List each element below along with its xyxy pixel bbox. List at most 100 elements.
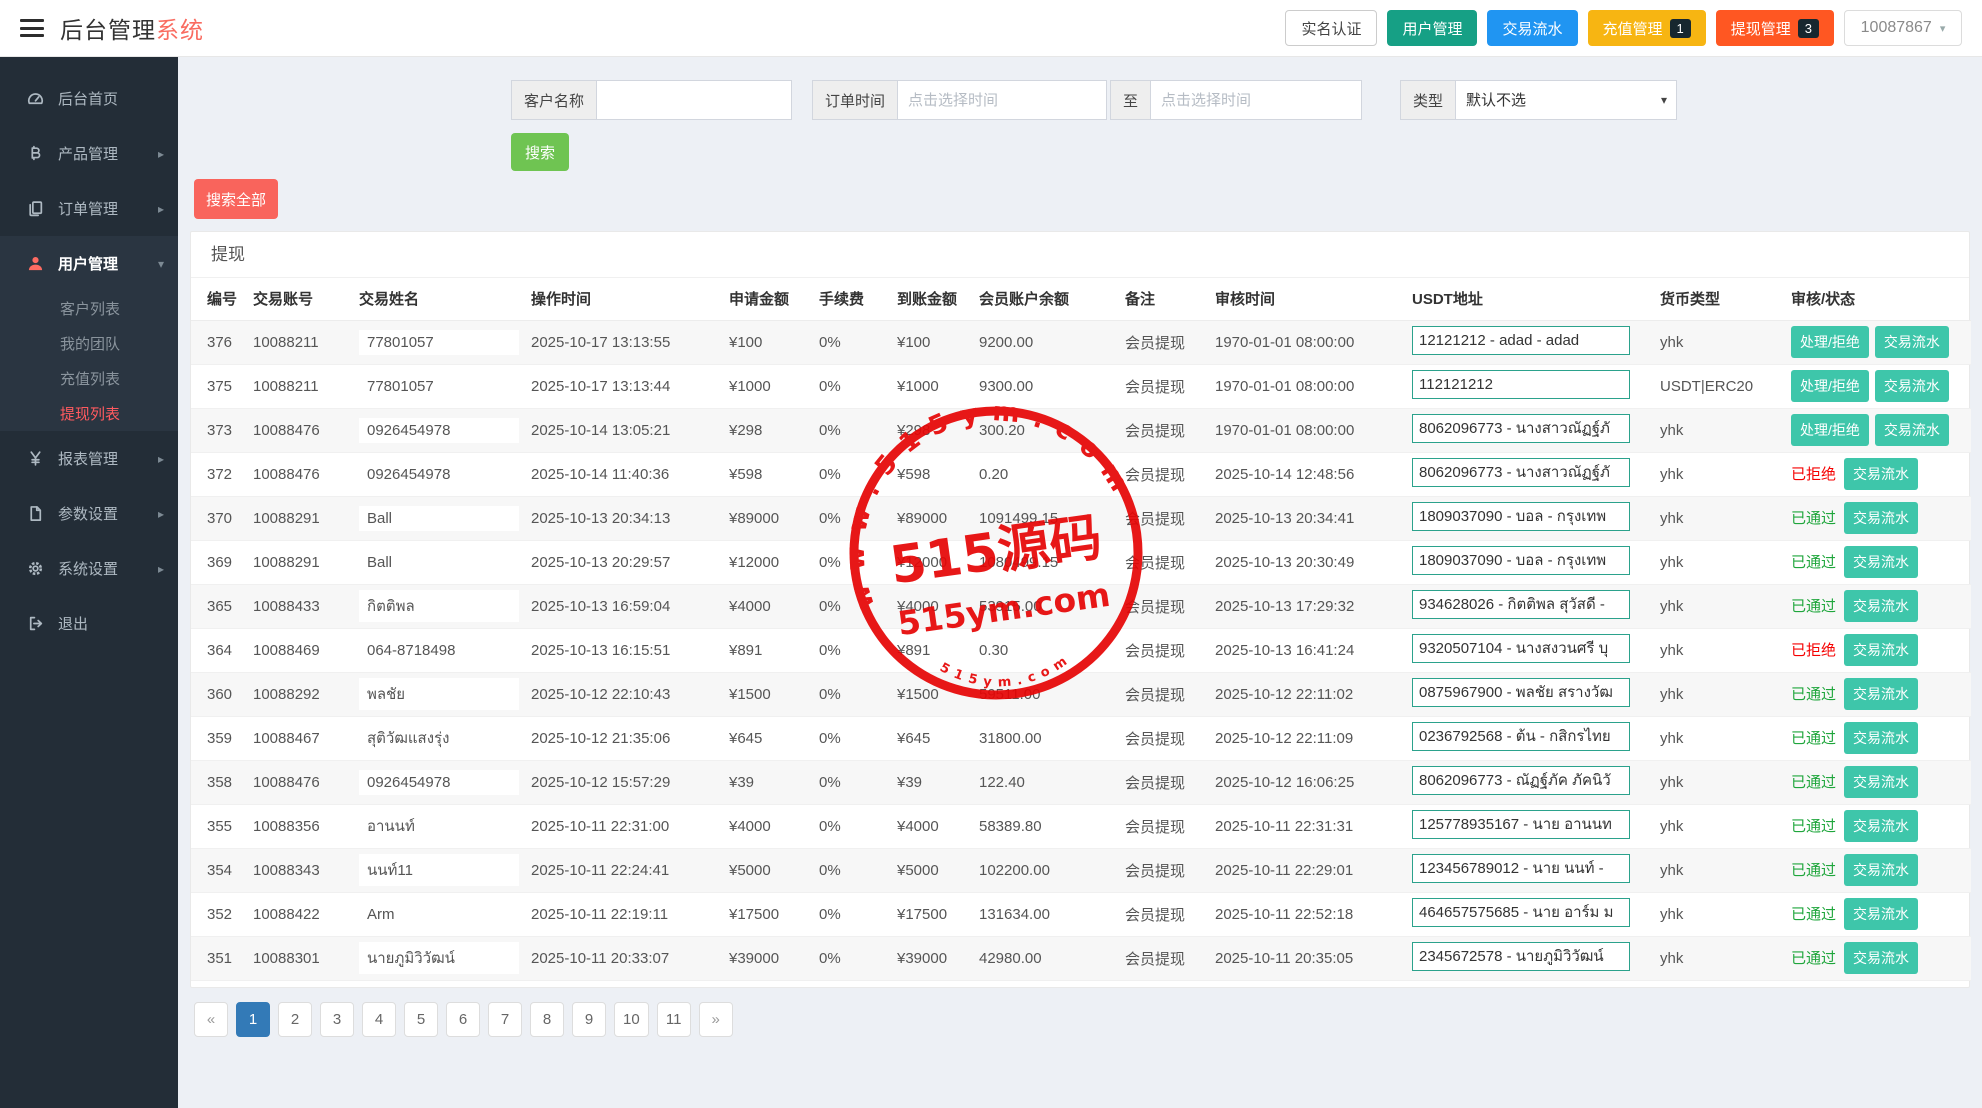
cell-id: 365	[191, 584, 247, 628]
sidebar-item-label: 报表管理	[58, 448, 118, 469]
usdt-address-input[interactable]: 2345672578 - นายภูมิวิวัฒน์	[1412, 942, 1630, 971]
cell-received: ¥17500	[891, 892, 973, 936]
usdt-address-input[interactable]: 0236792568 - ต้น - กสิกรไทย	[1412, 722, 1630, 751]
process-reject-button[interactable]: 处理/拒绝	[1791, 326, 1869, 358]
transaction-flow-button[interactable]: 交易流水	[1844, 766, 1918, 798]
header-button-交易流水[interactable]: 交易流水	[1487, 10, 1577, 46]
sidebar-item-用户管理[interactable]: 用户管理▾	[0, 236, 178, 291]
usdt-address-input[interactable]: 8062096773 - นางสาวณัฏฐ์ภั	[1412, 458, 1630, 487]
username-text: 10087867	[1861, 19, 1932, 37]
transaction-flow-button[interactable]: 交易流水	[1875, 370, 1949, 402]
transaction-flow-button[interactable]: 交易流水	[1844, 854, 1918, 886]
sidebar-item-后台首页[interactable]: 后台首页	[0, 71, 178, 126]
transaction-flow-button[interactable]: 交易流水	[1844, 458, 1918, 490]
order-time-end-input[interactable]	[1150, 80, 1362, 120]
sidebar-subitem-客户列表[interactable]: 客户列表	[0, 291, 178, 326]
transaction-flow-button[interactable]: 交易流水	[1844, 942, 1918, 974]
pagination-page-8[interactable]: 8	[530, 1002, 564, 1037]
usdt-address-input[interactable]: 9320507104 - นางสงวนศรี บุ	[1412, 634, 1630, 663]
search-button[interactable]: 搜索	[511, 133, 569, 171]
header-button-提现管理[interactable]: 提现管理3	[1716, 10, 1834, 46]
search-all-button[interactable]: 搜索全部	[194, 179, 278, 219]
pagination-page-1[interactable]: 1	[236, 1002, 270, 1037]
pagination-page-2[interactable]: 2	[278, 1002, 312, 1037]
cell-name: Ball	[353, 496, 525, 540]
usdt-address-input[interactable]: 8062096773 - นางสาวณัฏฐ์ภั	[1412, 414, 1630, 443]
usdt-address-input[interactable]: 1809037090 - บอล - กรุงเทพ	[1412, 546, 1630, 575]
pagination-page-10[interactable]: 10	[614, 1002, 649, 1037]
chevron-down-icon: ▾	[158, 257, 164, 271]
pagination-page-4[interactable]: 4	[362, 1002, 396, 1037]
transaction-flow-button[interactable]: 交易流水	[1844, 590, 1918, 622]
transaction-flow-button[interactable]: 交易流水	[1844, 722, 1918, 754]
cell-currency: yhk	[1654, 892, 1785, 936]
usdt-address-input[interactable]: 123456789012 - นาย นนท์ -	[1412, 854, 1630, 883]
pagination-next[interactable]: »	[699, 1002, 733, 1037]
pagination-page-11[interactable]: 11	[657, 1002, 691, 1037]
usdt-address-input[interactable]: 125778935167 - นาย อานนท	[1412, 810, 1630, 839]
sidebar-item-订单管理[interactable]: 订单管理▸	[0, 181, 178, 236]
usdt-address-input[interactable]: 464657575685 - นาย อาร์ม ม	[1412, 898, 1630, 927]
header-button-用户管理[interactable]: 用户管理	[1387, 10, 1477, 46]
sidebar-subitem-提现列表[interactable]: 提现列表	[0, 396, 178, 431]
cell-account: 10088343	[247, 848, 353, 892]
sidebar-subitem-充值列表[interactable]: 充值列表	[0, 361, 178, 396]
transaction-flow-button[interactable]: 交易流水	[1875, 414, 1949, 446]
cell-fee: 0%	[813, 936, 891, 980]
header-button-充值管理[interactable]: 充值管理1	[1588, 10, 1706, 46]
usdt-address-input[interactable]: 112121212	[1412, 370, 1630, 399]
sidebar-item-产品管理[interactable]: 产品管理▸	[0, 126, 178, 181]
transaction-flow-button[interactable]: 交易流水	[1844, 502, 1918, 534]
trade-name-box: อานนท์	[359, 810, 519, 842]
cell-audit-time: 2025-10-12 16:06:25	[1209, 760, 1406, 804]
usdt-address-input[interactable]: 12121212 - adad - adad	[1412, 326, 1630, 355]
process-reject-button[interactable]: 处理/拒绝	[1791, 414, 1869, 446]
status-approved-label: 已通过	[1791, 554, 1836, 571]
cell-id: 355	[191, 804, 247, 848]
cell-name: พลชัย	[353, 672, 525, 716]
usdt-address-input[interactable]: 934628026 - กิตติพล สุวัสดี -	[1412, 590, 1630, 619]
usdt-address-input[interactable]: 1809037090 - บอล - กรุงเทพ	[1412, 502, 1630, 531]
cell-op-time: 2025-10-13 16:15:51	[525, 628, 723, 672]
order-time-start-input[interactable]	[897, 80, 1107, 120]
transaction-flow-button[interactable]: 交易流水	[1875, 326, 1949, 358]
cell-audit-time: 1970-01-01 08:00:00	[1209, 320, 1406, 364]
cell-received: ¥298	[891, 408, 973, 452]
pagination-page-5[interactable]: 5	[404, 1002, 438, 1037]
type-select[interactable]: 默认不选	[1455, 80, 1677, 120]
params-icon	[24, 505, 46, 522]
notification-badge: 1	[1670, 19, 1691, 38]
cell-name: 0926454978	[353, 760, 525, 804]
cell-currency: yhk	[1654, 320, 1785, 364]
sidebar-subitem-我的团队[interactable]: 我的团队	[0, 326, 178, 361]
sidebar-item-参数设置[interactable]: 参数设置▸	[0, 486, 178, 541]
transaction-flow-button[interactable]: 交易流水	[1844, 634, 1918, 666]
pagination-page-6[interactable]: 6	[446, 1002, 480, 1037]
header-button-实名认证[interactable]: 实名认证	[1285, 10, 1377, 46]
table-row: 3731008847609264549782025-10-14 13:05:21…	[191, 408, 1971, 452]
sidebar-item-报表管理[interactable]: 报表管理▸	[0, 431, 178, 486]
transaction-flow-button[interactable]: 交易流水	[1844, 898, 1918, 930]
transaction-flow-button[interactable]: 交易流水	[1844, 810, 1918, 842]
transaction-flow-button[interactable]: 交易流水	[1844, 678, 1918, 710]
cell-op-time: 2025-10-14 13:05:21	[525, 408, 723, 452]
pagination-page-3[interactable]: 3	[320, 1002, 354, 1037]
cell-received: ¥891	[891, 628, 973, 672]
sidebar-item-退出[interactable]: 退出	[0, 596, 178, 651]
status-approved-label: 已通过	[1791, 950, 1836, 967]
usdt-address-input[interactable]: 0875967900 - พลชัย สรางวัฒ	[1412, 678, 1630, 707]
pagination-page-9[interactable]: 9	[572, 1002, 606, 1037]
sidebar-item-系统设置[interactable]: 系统设置▸	[0, 541, 178, 596]
trade-name-box: 0926454978	[359, 770, 519, 795]
username-dropdown[interactable]: 10087867▾	[1844, 10, 1962, 46]
hamburger-menu-icon[interactable]	[20, 19, 44, 37]
usdt-address-input[interactable]: 8062096773 - ณัฏฐ์ภัค ภัคนิวั	[1412, 766, 1630, 795]
table-row: 36010088292พลชัย2025-10-12 22:10:43¥1500…	[191, 672, 1971, 716]
cell-remark: 会员提现	[1119, 628, 1209, 672]
customer-name-input[interactable]	[596, 80, 792, 120]
table-row: 36410088469064-87184982025-10-13 16:15:5…	[191, 628, 1971, 672]
pagination-page-7[interactable]: 7	[488, 1002, 522, 1037]
transaction-flow-button[interactable]: 交易流水	[1844, 546, 1918, 578]
process-reject-button[interactable]: 处理/拒绝	[1791, 370, 1869, 402]
pagination-prev[interactable]: «	[194, 1002, 228, 1037]
